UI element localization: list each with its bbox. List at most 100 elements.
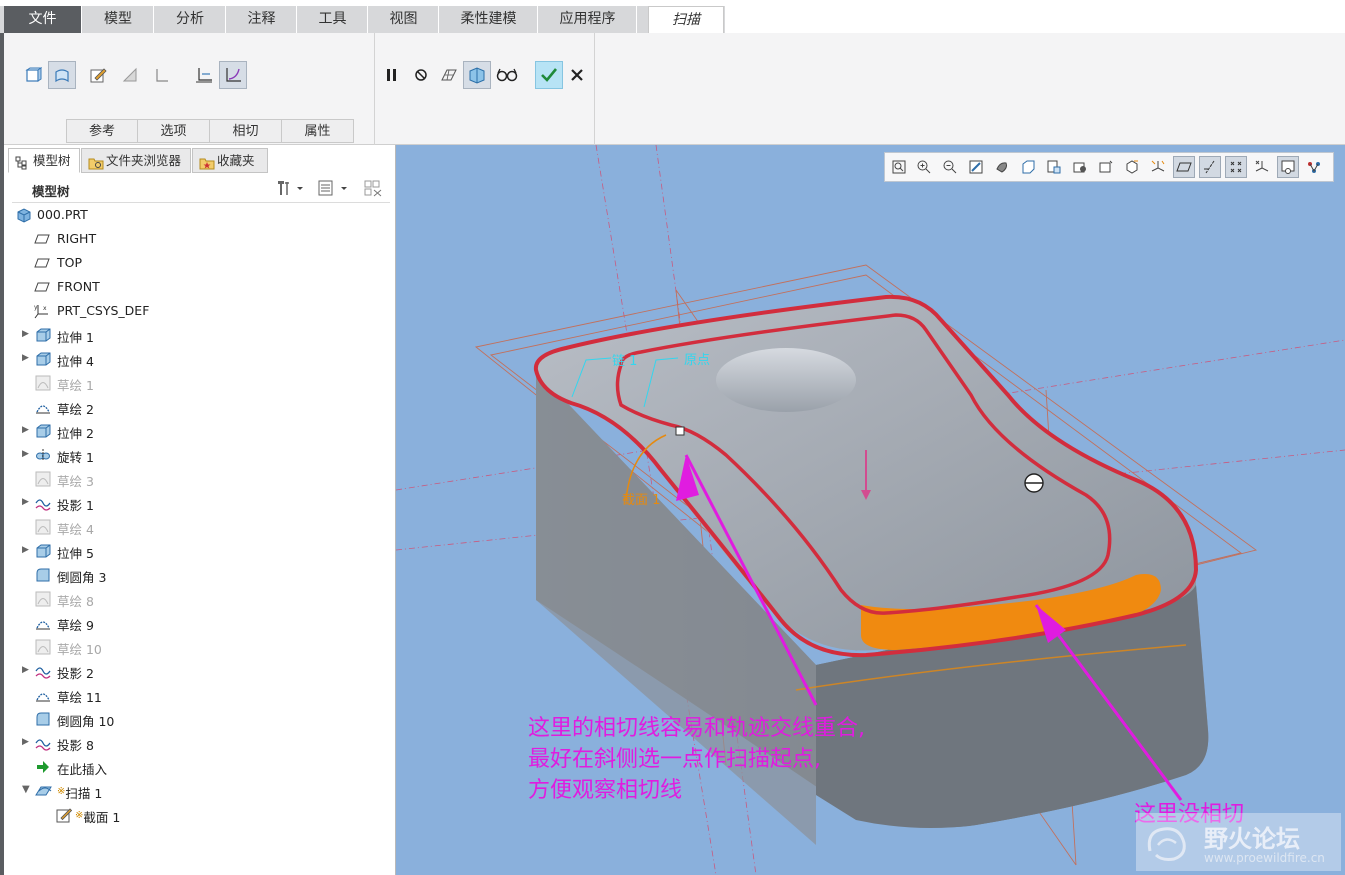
tree-item-sketch-11[interactable]: 草绘 11 bbox=[12, 683, 388, 707]
expand-arrow-icon[interactable]: ▶ bbox=[22, 425, 29, 435]
expand-arrow-icon[interactable]: ▶ bbox=[22, 665, 29, 675]
variable-section-icon[interactable] bbox=[219, 61, 247, 89]
expand-arrow-icon[interactable]: ▶ bbox=[22, 545, 29, 555]
create-section-icon[interactable] bbox=[84, 61, 112, 89]
surface-icon[interactable] bbox=[48, 61, 76, 89]
constant-section-icon[interactable] bbox=[190, 61, 218, 89]
tree-item-projection-2[interactable]: ▶ 投影 2 bbox=[12, 659, 388, 683]
axis-display-icon[interactable] bbox=[1199, 156, 1221, 178]
tree-item-front[interactable]: FRONT bbox=[12, 275, 388, 299]
tree-settings-icon[interactable] bbox=[275, 179, 305, 200]
tree-item-sketch-8[interactable]: 草绘 8 bbox=[12, 587, 388, 611]
plane-display-icon[interactable] bbox=[1173, 156, 1195, 178]
tree-item-insert-here[interactable]: 在此插入 bbox=[12, 755, 388, 779]
tree-item-label: 草绘 11 bbox=[57, 690, 102, 705]
tab-favorites[interactable]: 收藏夹 bbox=[192, 148, 268, 173]
tab-tools[interactable]: 工具 bbox=[298, 6, 368, 33]
tree-item-section-1[interactable]: ※截面 1 bbox=[12, 803, 388, 827]
thicken-icon[interactable] bbox=[148, 61, 176, 89]
subtab-tangency[interactable]: 相切 bbox=[209, 119, 282, 143]
subtab-options[interactable]: 选项 bbox=[137, 119, 210, 143]
tree-item-sketch-2[interactable]: 草绘 2 bbox=[12, 395, 388, 419]
subtab-references[interactable]: 参考 bbox=[66, 119, 138, 143]
preview-mesh-icon[interactable] bbox=[435, 61, 463, 89]
tree-item-sketch-3[interactable]: 草绘 3 bbox=[12, 467, 388, 491]
tree-item-label: 草绘 4 bbox=[57, 522, 94, 537]
repaint-icon[interactable] bbox=[965, 156, 987, 178]
tab-analysis[interactable]: 分析 bbox=[155, 6, 226, 33]
csys-display-icon[interactable] bbox=[1147, 156, 1169, 178]
tree-item-label: 在此插入 bbox=[57, 762, 108, 777]
extrude-icon bbox=[35, 351, 51, 367]
tree-item-sketch-1[interactable]: 草绘 1 bbox=[12, 371, 388, 395]
tree-item-sweep-1[interactable]: ▼ ※扫描 1 bbox=[12, 779, 388, 803]
refit-icon[interactable] bbox=[888, 156, 910, 178]
tab-applications[interactable]: 应用程序 bbox=[539, 6, 637, 33]
view-manager-icon[interactable] bbox=[1043, 156, 1065, 178]
tree-filter-icon[interactable] bbox=[317, 179, 349, 200]
tab-folder-browser[interactable]: 文件夹浏览器 bbox=[81, 148, 191, 173]
remove-material-icon[interactable] bbox=[116, 61, 144, 89]
tree-item-extrude-5[interactable]: ▶ 拉伸 5 bbox=[12, 539, 388, 563]
expand-arrow-icon[interactable]: ▶ bbox=[22, 329, 29, 339]
cancel-x-icon[interactable] bbox=[563, 61, 591, 89]
projection-icon bbox=[35, 735, 51, 751]
tree-item-extrude-4[interactable]: ▶ 拉伸 4 bbox=[12, 347, 388, 371]
extrude-icon bbox=[35, 327, 51, 343]
tree-item-sketch-4[interactable]: 草绘 4 bbox=[12, 515, 388, 539]
tree-item-extrude-2[interactable]: ▶ 拉伸 2 bbox=[12, 419, 388, 443]
tab-sweep[interactable]: 扫描 bbox=[648, 6, 724, 33]
annotation-display-icon[interactable] bbox=[1095, 156, 1117, 178]
perspective-icon[interactable] bbox=[1069, 156, 1091, 178]
expand-arrow-icon[interactable]: ▶ bbox=[22, 497, 29, 507]
tree-item-top[interactable]: TOP bbox=[12, 251, 388, 275]
csys-toggle-icon[interactable] bbox=[1251, 156, 1273, 178]
subtab-properties[interactable]: 属性 bbox=[281, 119, 354, 143]
saved-orientations-icon[interactable] bbox=[1017, 156, 1039, 178]
collision-icon[interactable] bbox=[1303, 156, 1325, 178]
dome bbox=[716, 348, 856, 412]
solid-icon[interactable] bbox=[19, 61, 47, 89]
tree-item-projection-1[interactable]: ▶ 投影 1 bbox=[12, 491, 388, 515]
tree-item-label: 拉伸 4 bbox=[57, 354, 94, 369]
graphics-viewport[interactable]: 链 1 原点 截面 1 这里的相切线容易和轨迹交线重合, 最好在斜侧选一点作扫描… bbox=[396, 145, 1345, 875]
pause-icon[interactable] bbox=[378, 61, 406, 89]
tree-item-projection-8[interactable]: ▶ 投影 8 bbox=[12, 731, 388, 755]
tree-item-right[interactable]: RIGHT bbox=[12, 227, 388, 251]
tree-item-part[interactable]: 000.PRT bbox=[12, 203, 388, 227]
tree-item-sketch-9[interactable]: 草绘 9 bbox=[12, 611, 388, 635]
tree-item-csys[interactable]: xy PRT_CSYS_DEF bbox=[12, 299, 388, 323]
point-display-icon[interactable] bbox=[1225, 156, 1247, 178]
tree-item-sketch-10[interactable]: 草绘 10 bbox=[12, 635, 388, 659]
tree-columns-icon[interactable] bbox=[363, 179, 383, 200]
tree-item-round-10[interactable]: 倒圆角 10 bbox=[12, 707, 388, 731]
zoom-in-icon[interactable] bbox=[913, 156, 935, 178]
tree-item-extrude-1[interactable]: ▶ 拉伸 1 bbox=[12, 323, 388, 347]
tree-item-round-3[interactable]: 倒圆角 3 bbox=[12, 563, 388, 587]
display-style-icon[interactable] bbox=[991, 156, 1013, 178]
tab-view[interactable]: 视图 bbox=[369, 6, 439, 33]
tree-item-revolve-1[interactable]: ▶ 旋转 1 bbox=[12, 443, 388, 467]
expand-arrow-icon[interactable]: ▶ bbox=[22, 737, 29, 747]
no-preview-icon[interactable] bbox=[407, 61, 435, 89]
tree-item-label: 草绘 3 bbox=[57, 474, 94, 489]
view-glasses-icon[interactable] bbox=[493, 61, 521, 89]
spin-toggle-icon[interactable] bbox=[1277, 156, 1299, 178]
tab-flexible-modeling[interactable]: 柔性建模 bbox=[440, 6, 538, 33]
sketch-icon bbox=[35, 399, 51, 415]
tab-model-tree-label: 模型树 bbox=[33, 153, 71, 168]
tab-model-tree[interactable]: 模型树 bbox=[8, 148, 80, 173]
tab-file[interactable]: 文件 bbox=[4, 6, 82, 33]
expand-arrow-icon[interactable]: ▶ bbox=[22, 449, 29, 459]
confirm-checkmark-icon[interactable] bbox=[535, 61, 563, 89]
tree-item-label: 拉伸 1 bbox=[57, 330, 94, 345]
collapse-arrow-icon[interactable]: ▼ bbox=[22, 784, 30, 795]
spin-center-icon[interactable] bbox=[1121, 156, 1143, 178]
projection-icon bbox=[35, 663, 51, 679]
verify-preview-icon[interactable] bbox=[463, 61, 491, 89]
tab-annotate[interactable]: 注释 bbox=[227, 6, 297, 33]
tree-item-label: TOP bbox=[57, 255, 83, 270]
tab-model[interactable]: 模型 bbox=[83, 6, 154, 33]
expand-arrow-icon[interactable]: ▶ bbox=[22, 353, 29, 363]
zoom-out-icon[interactable] bbox=[939, 156, 961, 178]
